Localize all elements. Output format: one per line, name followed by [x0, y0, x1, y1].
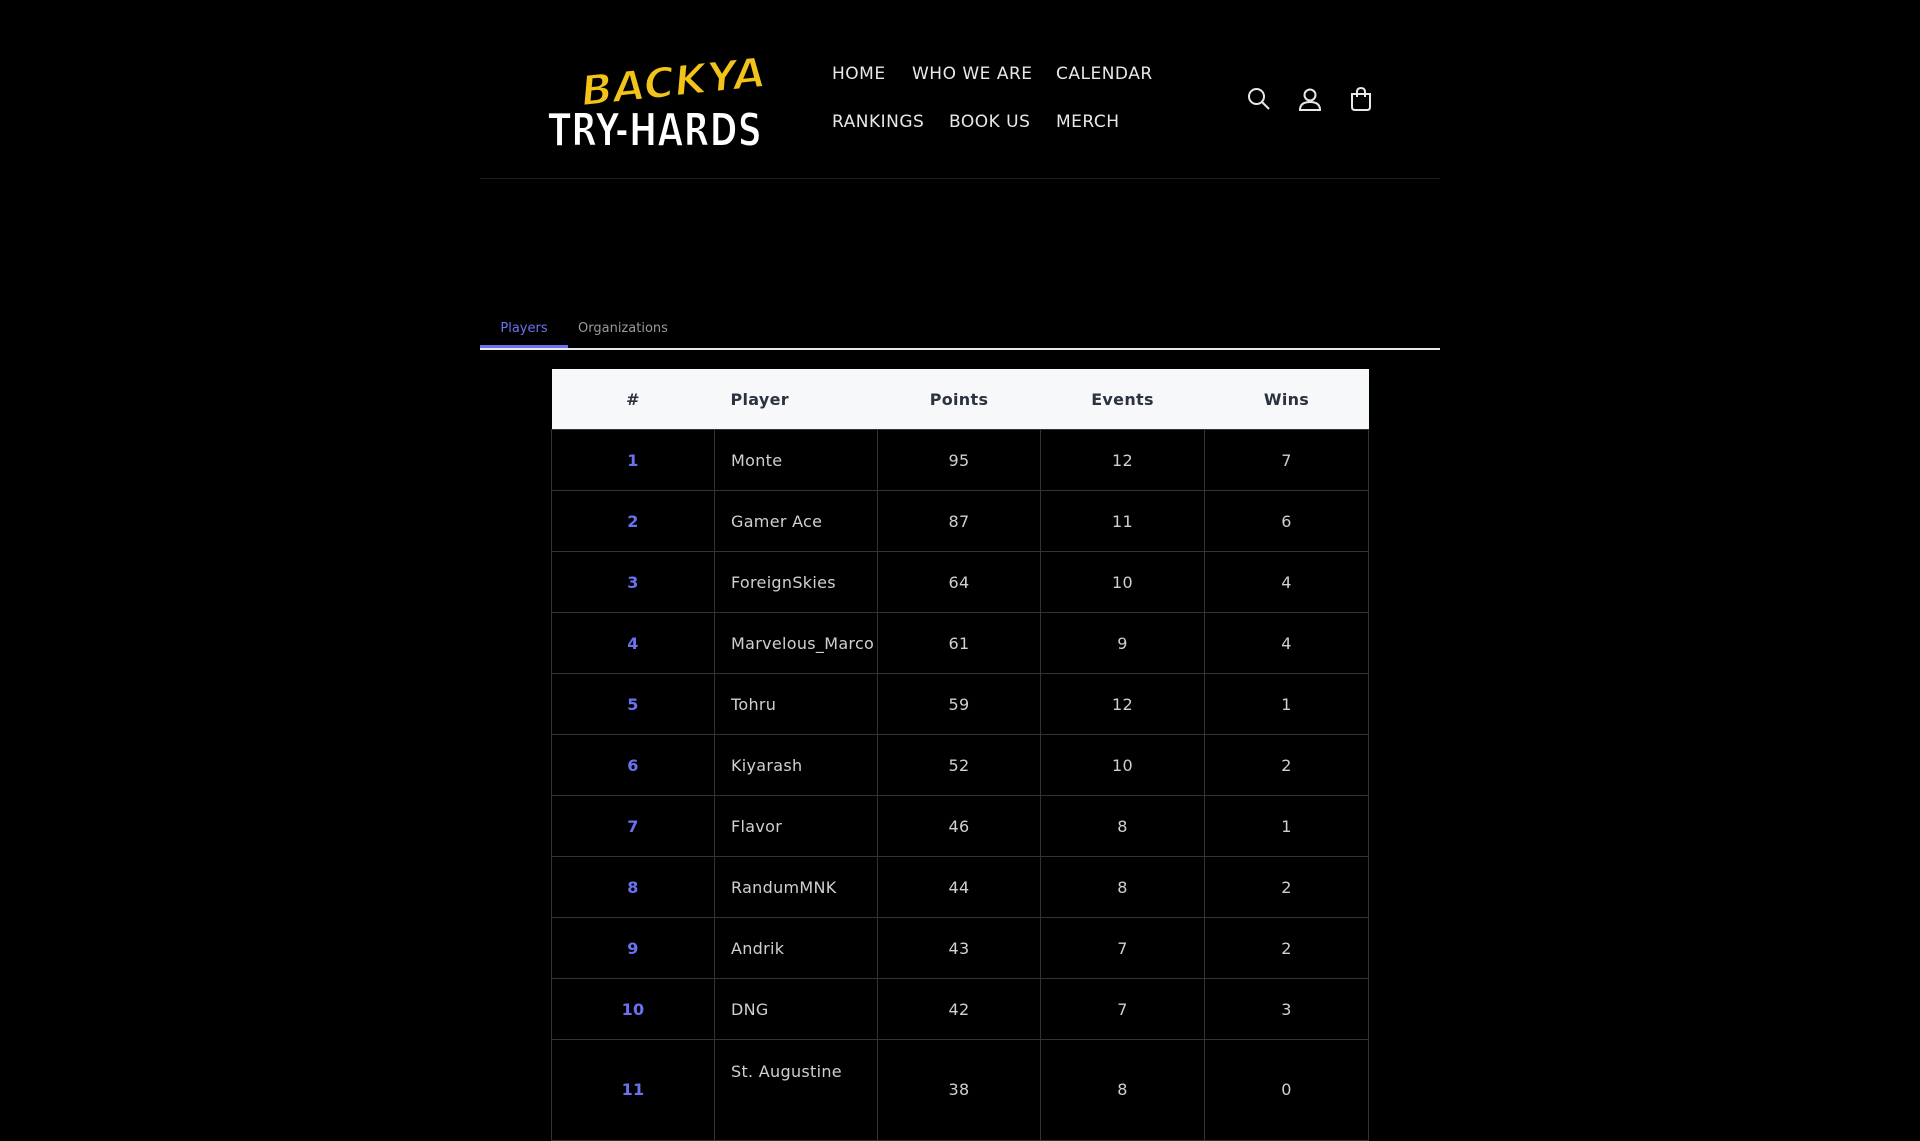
nav-book-us[interactable]: BOOK US	[949, 112, 1030, 132]
rank-cell: 6	[551, 734, 715, 796]
points-cell: 59	[877, 673, 1041, 735]
tab-players[interactable]: Players	[480, 314, 568, 348]
table-row: 3 ForeignSkies 64 10 4	[551, 551, 1369, 613]
player-cell: ForeignSkies	[714, 551, 878, 613]
events-cell: 8	[1040, 856, 1205, 918]
col-header-player[interactable]: Player	[714, 369, 878, 430]
rank-cell: 3	[551, 551, 715, 613]
wins-cell: 3	[1204, 978, 1369, 1040]
points-cell: 43	[877, 917, 1041, 979]
wins-cell: 2	[1204, 856, 1369, 918]
table-row: 6 Kiyarash 52 10 2	[551, 734, 1369, 796]
table-row: 11 St. Augustine 38 8 0	[551, 1039, 1369, 1141]
search-icon[interactable]	[1246, 86, 1272, 112]
rankings-tabs: Players Organizations	[480, 314, 1440, 350]
player-cell: RandumMNK	[714, 856, 878, 918]
player-cell: Tohru	[714, 673, 878, 735]
nav-merch[interactable]: MERCH	[1056, 112, 1120, 132]
points-cell: 61	[877, 612, 1041, 674]
points-cell: 42	[877, 978, 1041, 1040]
events-cell: 8	[1040, 1039, 1205, 1141]
wins-cell: 2	[1204, 734, 1369, 796]
wins-cell: 4	[1204, 551, 1369, 613]
player-cell: St. Augustine	[714, 1039, 878, 1141]
events-cell: 9	[1040, 612, 1205, 674]
table-row: 5 Tohru 59 12 1	[551, 673, 1369, 735]
points-cell: 64	[877, 551, 1041, 613]
site-header: BACKYARD TRY-HARDS HOME WHO WE ARE CALEN…	[480, 0, 1440, 179]
wins-cell: 6	[1204, 490, 1369, 552]
table-row: 4 Marvelous_Marco 61 9 4	[551, 612, 1369, 674]
events-cell: 12	[1040, 429, 1205, 491]
points-cell: 52	[877, 734, 1041, 796]
points-cell: 44	[877, 856, 1041, 918]
account-icon[interactable]	[1297, 86, 1323, 112]
table-row: 9 Andrik 43 7 2	[551, 917, 1369, 979]
player-cell: Andrik	[714, 917, 878, 979]
events-cell: 12	[1040, 673, 1205, 735]
rank-cell: 5	[551, 673, 715, 735]
table-row: 1 Monte 95 12 7	[551, 429, 1369, 491]
wins-cell: 1	[1204, 673, 1369, 735]
col-header-wins[interactable]: Wins	[1204, 369, 1369, 430]
player-cell: Flavor	[714, 795, 878, 857]
rank-cell: 1	[551, 429, 715, 491]
nav-rankings[interactable]: RANKINGS	[832, 112, 924, 132]
rank-cell: 7	[551, 795, 715, 857]
col-header-events[interactable]: Events	[1040, 369, 1205, 430]
table-row: 7 Flavor 46 8 1	[551, 795, 1369, 857]
points-cell: 87	[877, 490, 1041, 552]
events-cell: 7	[1040, 978, 1205, 1040]
rankings-table: # Player Points Events Wins 1 Monte 95 12 7 …	[551, 369, 1369, 1141]
wins-cell: 4	[1204, 612, 1369, 674]
player-cell: Kiyarash	[714, 734, 878, 796]
rank-cell: 10	[551, 978, 715, 1040]
nav-calendar[interactable]: CALENDAR	[1056, 64, 1153, 84]
col-header-points[interactable]: Points	[877, 369, 1041, 430]
wins-cell: 2	[1204, 917, 1369, 979]
events-cell: 11	[1040, 490, 1205, 552]
rank-cell: 8	[551, 856, 715, 918]
table-row: 2 Gamer Ace 87 11 6	[551, 490, 1369, 552]
player-cell: Marvelous_Marco	[714, 612, 878, 674]
rank-cell: 2	[551, 490, 715, 552]
wins-cell: 0	[1204, 1039, 1369, 1141]
table-row: 8 RandumMNK 44 8 2	[551, 856, 1369, 918]
player-cell: DNG	[714, 978, 878, 1040]
tab-organizations[interactable]: Organizations	[568, 314, 678, 348]
table-header-row: # Player Points Events Wins	[551, 369, 1369, 430]
events-cell: 7	[1040, 917, 1205, 979]
rank-cell: 4	[551, 612, 715, 674]
logo-try-hards-text: TRY-HARDS	[548, 103, 762, 157]
points-cell: 46	[877, 795, 1041, 857]
player-cell: Gamer Ace	[714, 490, 878, 552]
backyard-try-hards-logo[interactable]: BACKYARD TRY-HARDS	[546, 38, 768, 162]
nav-home[interactable]: HOME	[832, 64, 886, 84]
points-cell: 38	[877, 1039, 1041, 1141]
events-cell: 10	[1040, 551, 1205, 613]
wins-cell: 7	[1204, 429, 1369, 491]
rank-cell: 11	[551, 1039, 715, 1141]
wins-cell: 1	[1204, 795, 1369, 857]
col-header-rank[interactable]: #	[551, 369, 715, 430]
events-cell: 10	[1040, 734, 1205, 796]
events-cell: 8	[1040, 795, 1205, 857]
cart-icon[interactable]	[1348, 86, 1374, 112]
points-cell: 95	[877, 429, 1041, 491]
player-cell: Monte	[714, 429, 878, 491]
table-row: 10 DNG 42 7 3	[551, 978, 1369, 1040]
rank-cell: 9	[551, 917, 715, 979]
nav-who-we-are[interactable]: WHO WE ARE	[912, 64, 1033, 84]
